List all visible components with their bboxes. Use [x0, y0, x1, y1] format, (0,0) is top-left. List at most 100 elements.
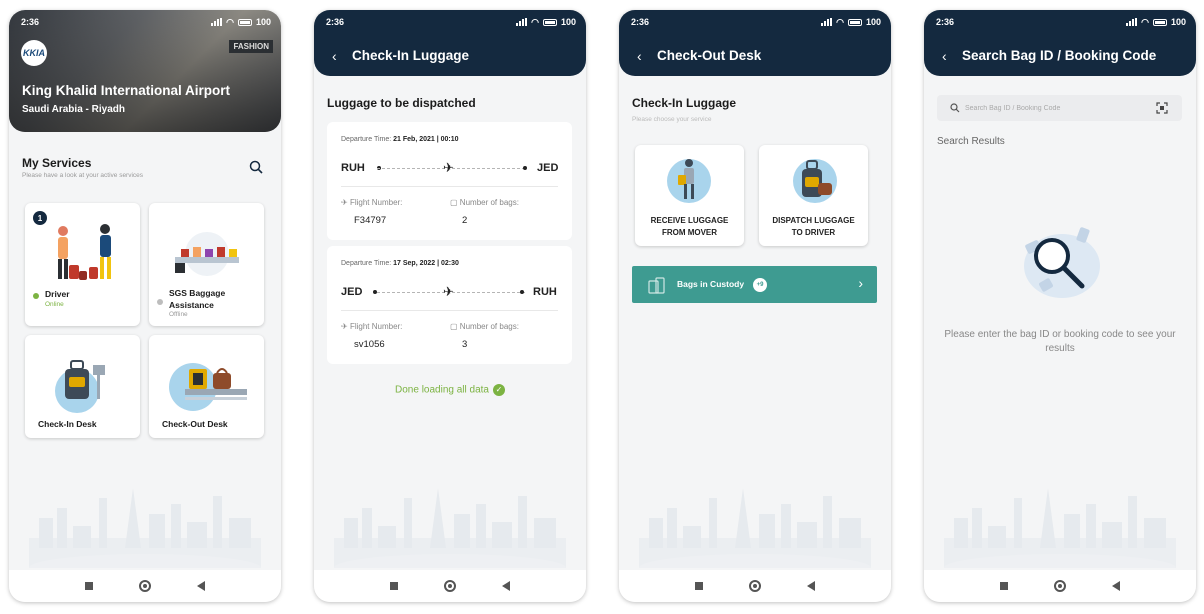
option-label: RECEIVE LUGGAGE FROM MOVER [650, 216, 729, 237]
screen-check-in-luggage: ‹ Check-In Luggage 2:36 ◠ 100 Luggage to… [314, 10, 586, 602]
signal-icon [1126, 18, 1138, 26]
baggage-assistance-illustration [175, 232, 239, 276]
back-arrow-icon[interactable]: ‹ [942, 48, 947, 64]
service-card-check-out-desk[interactable]: Check-Out Desk [149, 335, 264, 438]
status-bar: 2:36 ◠ 100 [619, 10, 891, 34]
receive-luggage-illustration [667, 159, 711, 203]
status-bar: 2:36 ◠ 100 [9, 10, 281, 34]
service-card-driver[interactable]: 1 Driver Online [25, 203, 140, 326]
battery-icon [847, 18, 862, 26]
check-out-desk-illustration [169, 363, 247, 411]
search-results-title: Search Results [937, 136, 1005, 147]
search-input[interactable] [965, 95, 1145, 121]
route-dot [520, 290, 524, 294]
flight-card[interactable]: Departure Time: 21 Feb, 2021 | 00:10 RUH… [327, 122, 572, 240]
city-skyline-decoration [29, 488, 261, 568]
receive-luggage-option[interactable]: RECEIVE LUGGAGE FROM MOVER [635, 145, 744, 246]
system-nav-bar [619, 570, 891, 602]
flight-number: F34797 [354, 215, 387, 226]
departure-time: Departure Time: 17 Sep, 2022 | 02:30 [341, 260, 459, 267]
wifi-icon: ◠ [836, 16, 844, 27]
flight-card[interactable]: Departure Time: 17 Sep, 2022 | 02:30 JED… [327, 246, 572, 364]
done-loading-message: Done loading all data ✓ [314, 384, 586, 396]
status-time: 2:36 [21, 17, 40, 27]
airport-name: King Khalid International Airport [22, 83, 230, 98]
divider [341, 310, 558, 311]
plane-small-icon: ✈ [341, 198, 348, 207]
check-in-desk-illustration [55, 360, 105, 413]
service-card-sgs-baggage[interactable]: SGS Baggage Assistance Offline [149, 203, 264, 326]
check-circle-icon: ✓ [492, 384, 505, 396]
flight-number: sv1056 [354, 339, 385, 350]
back-button[interactable] [1112, 581, 1120, 591]
recents-button[interactable] [85, 582, 93, 590]
screen-my-services: FASHION 2:36 ◠ 100 KKIA King Khalid Inte… [9, 10, 281, 602]
back-button[interactable] [807, 581, 815, 591]
city-skyline-decoration [944, 488, 1176, 568]
back-arrow-icon[interactable]: ‹ [332, 48, 337, 64]
back-button[interactable] [197, 581, 205, 591]
section-subheading: Please choose your service [632, 116, 712, 123]
search-icon [950, 103, 960, 113]
wifi-icon: ◠ [531, 16, 539, 27]
recents-button[interactable] [390, 582, 398, 590]
signal-icon [516, 18, 528, 26]
home-button[interactable] [1054, 580, 1066, 592]
service-status: Offline [169, 311, 188, 318]
recents-button[interactable] [1000, 582, 1008, 590]
service-label: SGS Baggage Assistance [169, 288, 226, 310]
system-nav-bar [9, 570, 281, 602]
custody-label: Bags in Custody [677, 279, 745, 289]
destination-code: JED [537, 162, 559, 174]
search-icon[interactable] [249, 160, 263, 174]
system-nav-bar [924, 570, 1196, 602]
custody-count-badge: +9 [753, 278, 767, 292]
route-dot [523, 166, 527, 170]
home-button[interactable] [444, 580, 456, 592]
recents-button[interactable] [695, 582, 703, 590]
qr-scan-icon[interactable] [1156, 102, 1168, 114]
home-button[interactable] [749, 580, 761, 592]
origin-code: RUH [341, 162, 365, 174]
airport-logo: KKIA [21, 40, 47, 66]
section-heading: Check-In Luggage [632, 96, 737, 110]
online-status-dot [33, 293, 39, 299]
dispatch-luggage-illustration [793, 159, 837, 203]
status-time: 2:36 [326, 17, 345, 27]
airplane-icon: ✈ [443, 160, 454, 175]
dispatch-luggage-option[interactable]: DISPATCH LUGGAGE TO DRIVER [759, 145, 868, 246]
airport-location: Saudi Arabia - Riyadh [22, 104, 125, 115]
plane-small-icon: ✈ [341, 322, 348, 331]
screen-title: Search Bag ID / Booking Code [962, 48, 1157, 63]
wifi-icon: ◠ [1141, 16, 1149, 27]
screen-search-bag: ‹ Search Bag ID / Booking Code 2:36 ◠ 10… [924, 10, 1196, 602]
home-button[interactable] [139, 580, 151, 592]
service-label: Check-Out Desk [162, 419, 228, 429]
city-skyline-decoration [639, 488, 871, 568]
battery-level: 100 [560, 17, 576, 27]
departure-time: Departure Time: 21 Feb, 2021 | 00:10 [341, 136, 459, 143]
status-bar: 2:36 ◠ 100 [314, 10, 586, 34]
bags-label: ▢ Number of bags: [450, 198, 519, 207]
battery-level: 100 [255, 17, 271, 27]
system-nav-bar [314, 570, 586, 602]
service-card-check-in-desk[interactable]: Check-In Desk [25, 335, 140, 438]
empty-state-message: Please enter the bag ID or booking code … [944, 329, 1176, 354]
bags-count: 3 [462, 339, 468, 350]
back-arrow-icon[interactable]: ‹ [637, 48, 642, 64]
bag-small-icon: ▢ [450, 322, 458, 331]
section-subtitle: Please have a look at your active servic… [22, 172, 144, 179]
battery-icon [237, 18, 252, 26]
screen-title: Check-Out Desk [657, 48, 762, 63]
origin-code: JED [341, 286, 363, 298]
offline-status-dot [157, 299, 163, 305]
battery-icon [1152, 18, 1167, 26]
battery-icon [542, 18, 557, 26]
bags-in-custody-button[interactable]: Bags in Custody +9 › [632, 266, 877, 303]
back-button[interactable] [502, 581, 510, 591]
signal-icon [211, 18, 223, 26]
service-status: Online [45, 301, 64, 308]
bags-label: ▢ Number of bags: [450, 322, 519, 331]
wifi-icon: ◠ [226, 16, 234, 27]
destination-code: RUH [533, 286, 557, 298]
